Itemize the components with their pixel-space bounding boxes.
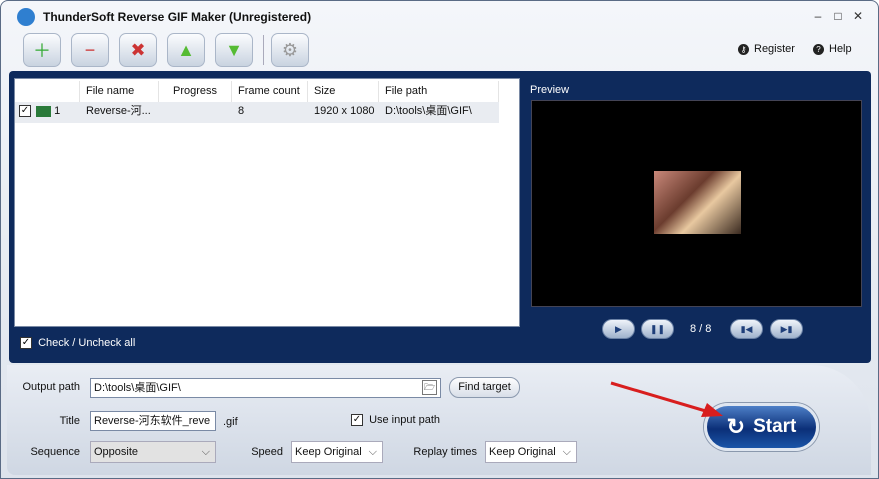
pause-icon: ❚❚ <box>649 324 666 334</box>
col-size[interactable]: Size <box>308 81 379 102</box>
preview-thumbnail <box>654 171 741 234</box>
help-label: Help <box>829 43 852 55</box>
close-button[interactable]: ✕ <box>849 9 867 23</box>
preview-label: Preview <box>530 84 570 96</box>
maximize-button[interactable]: □ <box>829 9 847 23</box>
arrow-up-icon: ▲ <box>177 39 195 60</box>
chevron-down-icon: ⌵ <box>562 446 571 458</box>
toolbar-separator <box>263 35 264 65</box>
row-file-name: Reverse-河... <box>86 105 151 117</box>
skip-forward-icon: ▶▮ <box>780 324 793 334</box>
output-path-value: D:\tools\桌面\GIF\ <box>94 382 181 394</box>
move-down-button[interactable]: ▼ <box>215 33 253 67</box>
sequence-label: Sequence <box>30 446 80 458</box>
table-row[interactable]: ✓ 1 Reverse-河... 8 1920 x 1080 D:\tools\… <box>15 102 499 123</box>
replay-times-label: Replay times <box>413 446 477 458</box>
remove-image-icon: − <box>84 39 96 60</box>
annotation-arrow <box>610 381 723 417</box>
title-input[interactable]: Reverse-河东软件_reve <box>90 411 216 431</box>
first-frame-button[interactable]: ▮◀ <box>730 319 763 339</box>
register-label: Register <box>754 43 795 55</box>
help-icon: ? <box>813 43 824 55</box>
add-file-icon: ＋ <box>33 41 51 61</box>
speed-select[interactable]: Keep Original ⌵ <box>291 441 383 463</box>
output-path-input[interactable]: D:\tools\桌面\GIF\ 🗁 <box>90 378 441 398</box>
find-target-button[interactable]: Find target <box>449 377 520 398</box>
file-list[interactable]: File name Progress Frame count Size File… <box>14 78 520 327</box>
last-frame-button[interactable]: ▶▮ <box>770 319 803 339</box>
col-check <box>15 81 80 102</box>
app-window: ThunderSoft Reverse GIF Maker (Unregiste… <box>0 0 879 479</box>
check-all-label: Check / Uncheck all <box>38 337 136 349</box>
window-title: ThunderSoft Reverse GIF Maker (Unregiste… <box>43 10 312 24</box>
check-all-toggle[interactable]: ✓ Check / Uncheck all <box>20 337 136 350</box>
extension-label: .gif <box>223 416 238 428</box>
minimize-button[interactable]: – <box>809 9 827 23</box>
sequence-value: Opposite <box>94 446 139 458</box>
row-file-path: D:\tools\桌面\GIF\ <box>385 105 472 117</box>
col-frame-count[interactable]: Frame count <box>232 81 308 102</box>
speed-label: Speed <box>251 446 283 458</box>
delete-icon: ✖ <box>130 39 146 60</box>
preview-area <box>531 100 862 307</box>
row-index: 1 <box>54 105 61 117</box>
folder-icon[interactable]: 🗁 <box>422 380 437 395</box>
row-size: 1920 x 1080 <box>314 105 375 117</box>
clear-list-button[interactable]: ✖ <box>119 33 157 67</box>
remove-file-button[interactable]: − <box>71 33 109 67</box>
replay-times-value: Keep Original <box>489 446 556 458</box>
start-label: Start <box>753 416 797 437</box>
use-input-path-toggle[interactable]: ✓ Use input path <box>351 414 440 427</box>
gear-icon: ⚙ <box>281 39 299 60</box>
key-icon: ⚷ <box>738 43 749 55</box>
play-button[interactable]: ▶ <box>602 319 635 339</box>
col-file-name[interactable]: File name <box>80 81 159 102</box>
chevron-down-icon: ⌵ <box>201 446 210 458</box>
check-all-checkbox[interactable]: ✓ <box>20 337 32 350</box>
title-label: Title <box>59 415 80 427</box>
skip-back-icon: ▮◀ <box>740 324 753 334</box>
use-input-path-checkbox[interactable]: ✓ <box>351 414 363 427</box>
col-progress[interactable]: Progress <box>159 81 232 102</box>
col-file-path[interactable]: File path <box>379 81 499 102</box>
replay-times-select[interactable]: Keep Original ⌵ <box>485 441 577 463</box>
gif-file-icon <box>36 105 52 117</box>
help-link[interactable]: ? Help <box>813 43 852 55</box>
add-file-button[interactable]: ＋ <box>23 33 61 67</box>
row-checkbox[interactable]: ✓ <box>19 105 31 118</box>
row-progress <box>159 102 232 123</box>
register-link[interactable]: ⚷ Register <box>738 43 795 55</box>
use-input-path-label: Use input path <box>369 414 440 426</box>
move-up-button[interactable]: ▲ <box>167 33 205 67</box>
arrow-down-icon: ▼ <box>225 39 243 60</box>
output-path-label: Output path <box>22 381 81 393</box>
app-icon <box>17 8 35 26</box>
pause-button[interactable]: ❚❚ <box>641 319 674 339</box>
row-frame-count: 8 <box>238 105 245 117</box>
frame-counter: 8 / 8 <box>690 323 712 335</box>
speed-value: Keep Original <box>295 446 362 458</box>
list-header: File name Progress Frame count Size File… <box>15 81 499 102</box>
chevron-down-icon: ⌵ <box>368 446 377 458</box>
play-icon: ▶ <box>615 324 622 334</box>
sequence-select[interactable]: Opposite ⌵ <box>90 441 216 463</box>
settings-button[interactable]: ⚙ <box>271 33 309 67</box>
